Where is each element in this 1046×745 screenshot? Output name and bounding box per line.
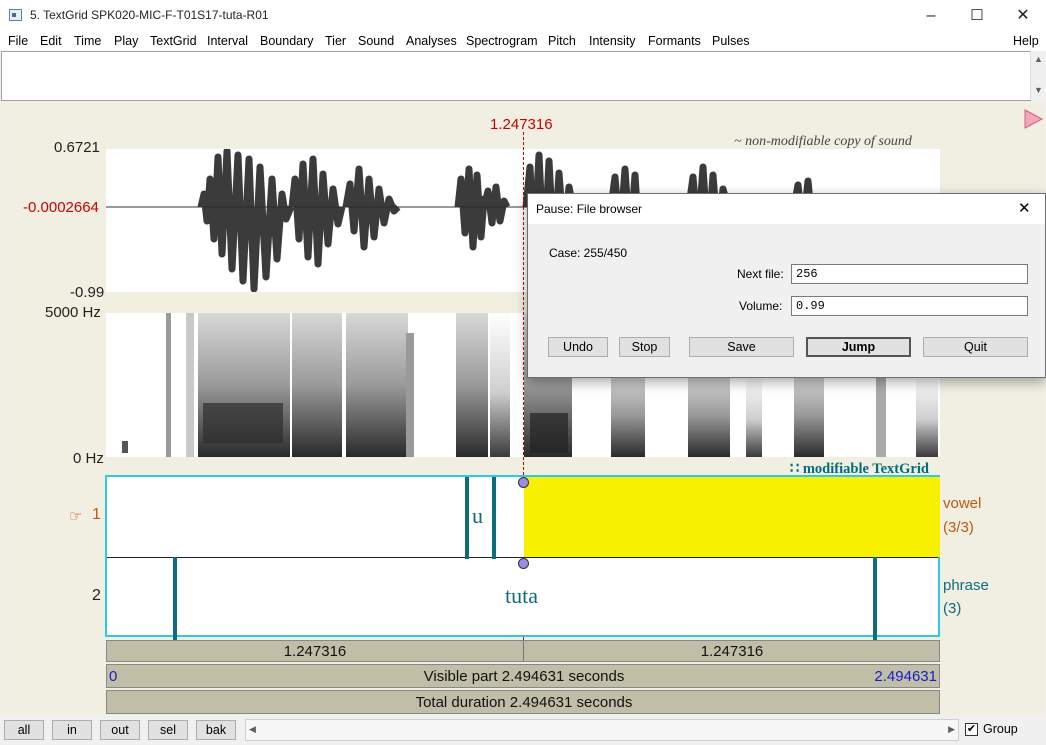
zoom-in-button[interactable]: in bbox=[52, 720, 92, 740]
tier-2-name[interactable]: phrase bbox=[943, 577, 989, 594]
time-right-label[interactable]: 1.247316 bbox=[524, 643, 940, 660]
boundary-tier2[interactable] bbox=[173, 557, 177, 642]
menu-interval[interactable]: Interval bbox=[207, 34, 248, 48]
info-scrollbar[interactable]: ▲ ▼ bbox=[1030, 51, 1046, 100]
menu-pulses[interactable]: Pulses bbox=[712, 34, 750, 48]
boundary-tier1[interactable] bbox=[465, 477, 469, 559]
boundary-tier1[interactable] bbox=[492, 477, 496, 559]
dialog-title-bar: Pause: File browser ✕ bbox=[528, 194, 1045, 224]
menu-sound[interactable]: Sound bbox=[358, 34, 394, 48]
stop-button[interactable]: Stop bbox=[619, 337, 670, 357]
menu-analyses[interactable]: Analyses bbox=[406, 34, 457, 48]
maximize-button[interactable]: ☐ bbox=[954, 0, 1000, 31]
menu-textgrid[interactable]: TextGrid bbox=[150, 34, 197, 48]
menu-bar: File Edit Time Play TextGrid Interval Bo… bbox=[0, 31, 1046, 51]
horizontal-scrollbar[interactable]: ◀ ▶ bbox=[245, 719, 959, 741]
praat-app-icon bbox=[9, 9, 22, 21]
save-button[interactable]: Save bbox=[689, 337, 794, 357]
menu-file[interactable]: File bbox=[8, 34, 28, 48]
close-button[interactable]: ✕ bbox=[1000, 0, 1046, 31]
tier-1-number[interactable]: 1 bbox=[92, 506, 101, 524]
interval-label-phrase[interactable]: tuta bbox=[505, 583, 538, 609]
menu-formants[interactable]: Formants bbox=[648, 34, 701, 48]
interval-label-vowel[interactable]: u bbox=[472, 503, 483, 529]
time-selection-bar[interactable]: 1.247316 1.247316 bbox=[106, 640, 940, 662]
scroll-up-icon[interactable]: ▲ bbox=[1034, 54, 1043, 64]
menu-boundary[interactable]: Boundary bbox=[260, 34, 314, 48]
info-text-area[interactable] bbox=[1, 51, 1031, 101]
undo-button[interactable]: Undo bbox=[548, 337, 608, 357]
visible-end-label: 2.494631 bbox=[874, 668, 937, 685]
visible-part-bar[interactable]: 0 Visible part 2.494631 seconds 2.494631 bbox=[106, 664, 940, 688]
boundary-tier2[interactable] bbox=[873, 557, 877, 642]
zoom-selection-button[interactable]: sel bbox=[148, 720, 188, 740]
amplitude-max-label: 0.6721 bbox=[54, 139, 100, 156]
menu-spectrogram[interactable]: Spectrogram bbox=[466, 34, 538, 48]
menu-tier[interactable]: Tier bbox=[325, 34, 346, 48]
next-file-label: Next file: bbox=[737, 267, 784, 281]
case-label: Case: 255/450 bbox=[549, 246, 628, 260]
bottom-bar: all in out sel bak ◀ ▶ ✔ Group bbox=[0, 716, 1046, 745]
jump-button[interactable]: Jump bbox=[806, 337, 911, 357]
tier-pointer-icon: ☞ bbox=[69, 508, 83, 525]
amplitude-cursor-label: -0.0002664 bbox=[23, 199, 99, 216]
frequency-min-label: 0 Hz bbox=[73, 450, 104, 467]
pause-dialog: Pause: File browser ✕ Case: 255/450 Next… bbox=[527, 193, 1046, 378]
dialog-title: Pause: File browser bbox=[536, 202, 643, 216]
menu-intensity[interactable]: Intensity bbox=[589, 34, 636, 48]
cursor-time-label: 1.247316 bbox=[490, 116, 553, 133]
cursor-circle-top bbox=[518, 477, 529, 488]
textgrid-panel[interactable]: u tuta bbox=[105, 475, 940, 642]
zoom-out-button[interactable]: out bbox=[100, 720, 140, 740]
menu-help[interactable]: Help bbox=[1013, 34, 1039, 48]
frequency-max-label: 5000 Hz bbox=[45, 304, 101, 321]
scroll-down-icon[interactable]: ▼ bbox=[1034, 85, 1043, 95]
menu-pitch[interactable]: Pitch bbox=[548, 34, 576, 48]
zoom-all-button[interactable]: all bbox=[4, 720, 44, 740]
amplitude-min-label: -0.99 bbox=[70, 284, 105, 301]
window-title: 5. TextGrid SPK020-MIC-F-T01S17-tuta-R01 bbox=[30, 8, 269, 22]
tier-1-name[interactable]: vowel bbox=[943, 495, 981, 512]
group-checkbox[interactable]: ✔ bbox=[965, 723, 978, 736]
scroll-right-icon[interactable]: ▶ bbox=[948, 724, 955, 735]
time-left-label[interactable]: 1.247316 bbox=[107, 643, 523, 660]
visible-part-label: Visible part 2.494631 seconds bbox=[423, 668, 625, 685]
total-duration-bar[interactable]: Total duration 2.494631 seconds bbox=[106, 690, 940, 714]
total-duration-label: Total duration 2.494631 seconds bbox=[415, 694, 633, 711]
selected-interval-highlight[interactable] bbox=[524, 477, 940, 557]
group-label: Group bbox=[983, 722, 1018, 736]
tier-2-count: (3) bbox=[943, 600, 962, 617]
volume-field[interactable]: 0.99 bbox=[791, 296, 1028, 316]
title-bar: 5. TextGrid SPK020-MIC-F-T01S17-tuta-R01… bbox=[0, 0, 1046, 31]
cursor-circle-mid bbox=[518, 558, 529, 569]
tier-1-count: (3/3) bbox=[943, 519, 974, 536]
menu-play[interactable]: Play bbox=[114, 34, 138, 48]
scroll-left-icon[interactable]: ◀ bbox=[249, 724, 256, 735]
menu-time[interactable]: Time bbox=[74, 34, 101, 48]
next-file-field[interactable]: 256 bbox=[791, 264, 1028, 284]
play-triangle-icon[interactable] bbox=[1022, 108, 1044, 135]
volume-label: Volume: bbox=[739, 299, 783, 313]
tier-2-number[interactable]: 2 bbox=[92, 587, 101, 605]
dialog-close-icon[interactable]: ✕ bbox=[1018, 199, 1031, 217]
menu-edit[interactable]: Edit bbox=[40, 34, 62, 48]
minimize-button[interactable]: – bbox=[908, 0, 954, 31]
sound-copy-note: ~ non-modifiable copy of sound bbox=[734, 134, 912, 149]
zoom-back-button[interactable]: bak bbox=[196, 720, 236, 740]
quit-button[interactable]: Quit bbox=[923, 337, 1028, 357]
